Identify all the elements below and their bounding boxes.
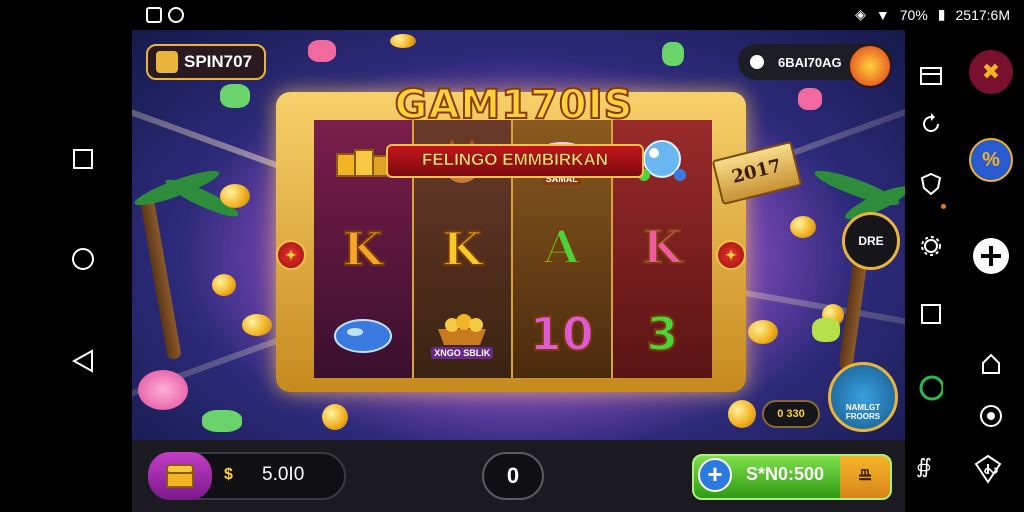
vpn-icon: ◈ (855, 6, 866, 22)
basket-caption: XNGO SBLIK (431, 346, 494, 359)
rotate-tool[interactable] (919, 112, 943, 136)
left-arrow-button[interactable]: ✦ (276, 240, 306, 270)
add-button[interactable] (969, 234, 1013, 278)
share-icon (982, 353, 1000, 374)
recents-button[interactable] (70, 146, 96, 172)
coin-decoration (242, 314, 272, 336)
coin-decoration (728, 400, 756, 428)
status-right: ◈ ▼ 70% ▮ 2517:6M (855, 6, 1010, 23)
coin-decoration (220, 184, 250, 208)
green-gem-decoration (812, 318, 840, 342)
screenshot-icon (146, 7, 162, 23)
left-navigation-bar (0, 30, 132, 512)
coin-decoration (790, 216, 816, 238)
heart-icon (750, 55, 764, 69)
record-tool[interactable] (919, 375, 943, 401)
autoplay-button[interactable]: 0 (482, 452, 544, 500)
right-side-panel: ✖ % ∾ (957, 30, 1024, 512)
record-circle-icon (980, 405, 1002, 427)
pink-gem-decoration (308, 40, 336, 62)
shield-icon (921, 173, 941, 195)
rotate-icon (923, 113, 939, 132)
circle-icon (72, 248, 94, 270)
treasure-chest-icon (166, 464, 194, 488)
chest-button[interactable] (148, 452, 212, 500)
triangle-back-icon (72, 349, 93, 373)
green-gem-decoration (202, 410, 242, 432)
gift-icon[interactable] (848, 44, 892, 88)
app-shortcut-1[interactable]: ✖ (969, 50, 1013, 94)
coin-decoration (390, 34, 416, 48)
balance-value: 6BAI70AG (778, 54, 842, 70)
tool-column (905, 30, 957, 512)
reel-letter: K (441, 221, 483, 277)
right-arrow-button[interactable]: ✦ (716, 240, 746, 270)
clock: 2517:6M (955, 6, 1010, 23)
square-outline-icon (921, 304, 941, 324)
reel-letter: K (342, 221, 384, 277)
square-tool[interactable] (919, 302, 943, 326)
settings-tool[interactable] (919, 234, 943, 258)
battery-percent: 70% (899, 6, 928, 23)
spin-label: S*N0:500 (746, 464, 825, 484)
mini-counter: 0 330 (762, 400, 820, 428)
coin-decoration (212, 274, 236, 296)
green-ring-icon (919, 375, 943, 401)
curve-tool[interactable]: ∯ (916, 454, 940, 478)
game-title: GAM170IS (394, 81, 634, 129)
pink-gem-decoration (798, 88, 822, 110)
spin-badge-label: SPIN707 (184, 52, 253, 71)
status-bar: ◈ ▼ 70% ▮ 2517:6M (0, 0, 1024, 30)
bonus-badge[interactable]: NAMLGT FROORS (828, 362, 898, 432)
app-shortcut-2[interactable]: % (969, 138, 1013, 182)
notification-dot (941, 204, 946, 209)
screen-tool[interactable] (919, 64, 943, 88)
home-button[interactable] (70, 246, 96, 272)
compass-button[interactable] (974, 454, 1002, 484)
share-button[interactable] (969, 342, 1013, 386)
reel-number: 3 (645, 306, 679, 362)
game-subtitle: FELINGO EMMBIRKAN (386, 144, 644, 178)
gear-icon (921, 236, 941, 256)
battery-icon: ▮ (937, 6, 946, 22)
bonus-label: NAMLGT FROORS (845, 403, 881, 421)
spin-extra-button[interactable]: ≞ (840, 456, 890, 498)
square-icon (73, 149, 93, 169)
tools-icon: ✖ (981, 59, 1001, 84)
reel-number: 10 (529, 306, 595, 362)
cube-icon (156, 51, 178, 73)
green-gem-decoration (662, 42, 684, 66)
shield-tool[interactable] (919, 172, 943, 196)
green-gem-decoration (220, 84, 250, 108)
wifi-icon: ▼ (875, 6, 890, 23)
blue-gem-symbol (331, 311, 395, 361)
palm-tree-left (140, 199, 182, 361)
record-button[interactable] (969, 394, 1013, 438)
reel-letter: A (543, 219, 581, 275)
back-button[interactable] (70, 348, 96, 374)
coin-decoration (322, 404, 348, 430)
plus-icon[interactable]: + (698, 458, 732, 492)
recorder-icon (168, 7, 184, 23)
coin-symbol: $ (224, 466, 233, 483)
plus-circle-icon (973, 238, 1009, 274)
bet-value: 5.0I0 (262, 464, 305, 485)
gold-basket-symbol: XNGO SBLIK (430, 311, 494, 361)
compass-icon (974, 454, 1002, 484)
window-icon (920, 67, 942, 85)
coin-decoration (748, 320, 778, 344)
flower-decoration (138, 370, 188, 410)
percent-icon: % (982, 148, 1000, 171)
dial-button[interactable]: DRE (842, 212, 900, 270)
spin-badge[interactable]: SPIN707 (146, 44, 266, 80)
reel-letter: K (641, 219, 683, 275)
status-left (146, 7, 184, 23)
